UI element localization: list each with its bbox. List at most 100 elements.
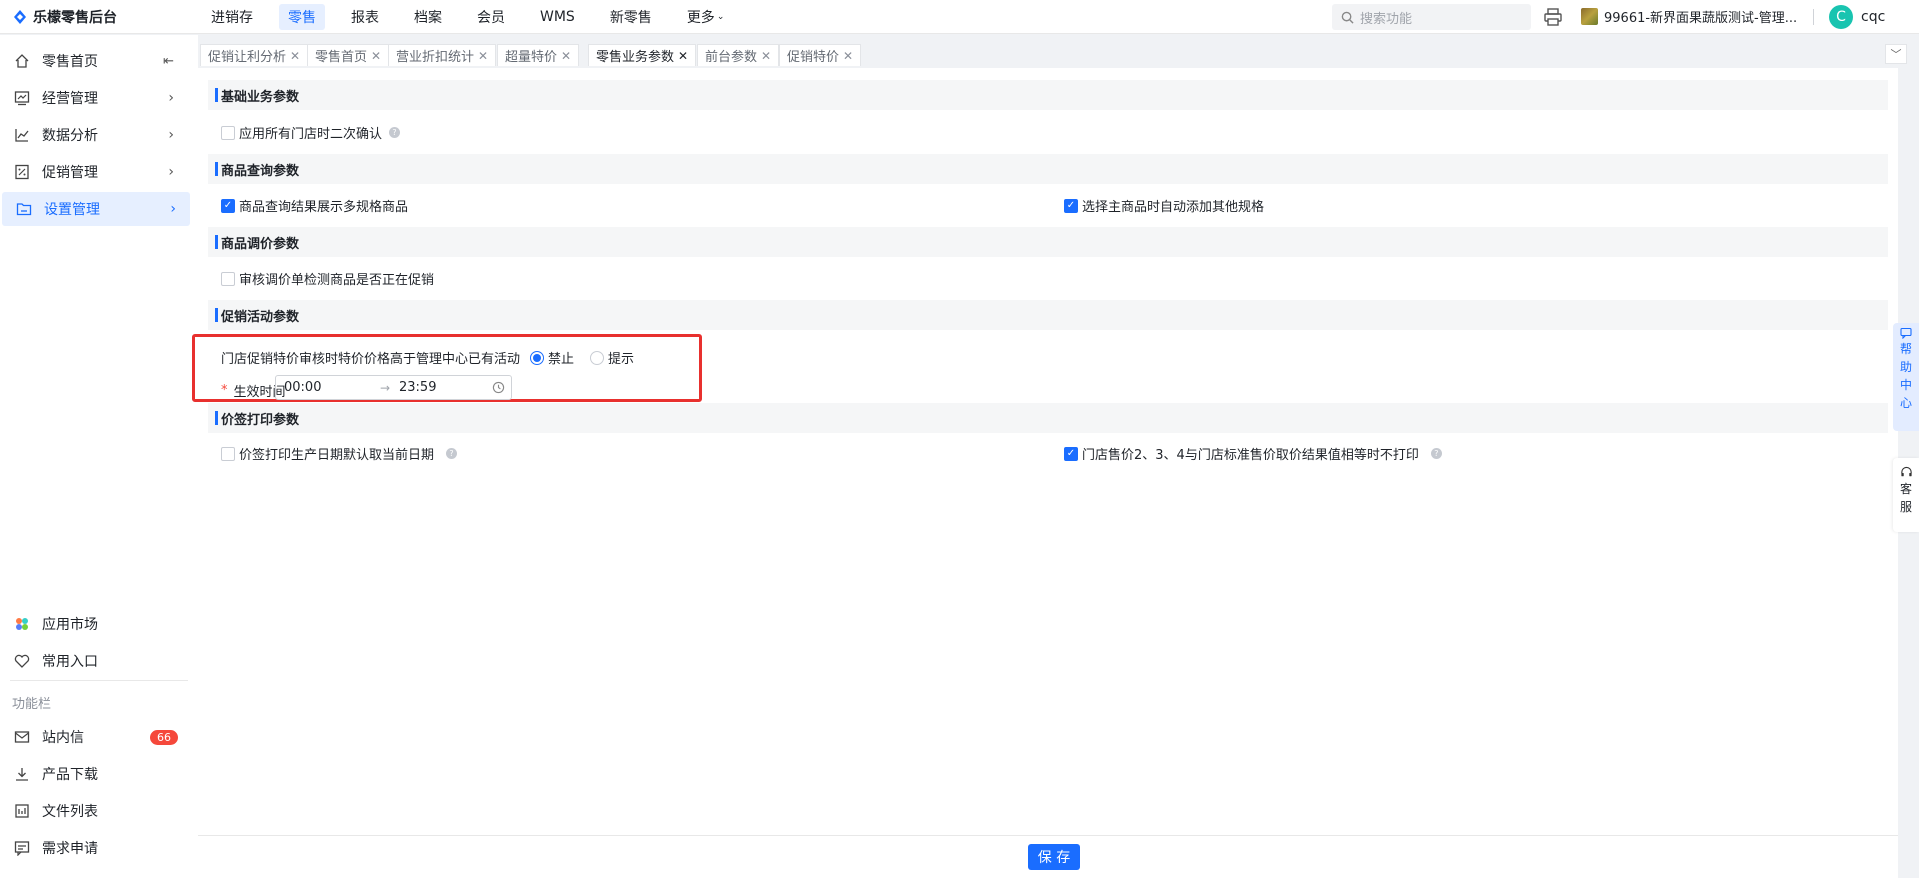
help-icon[interactable]: ? <box>389 127 401 138</box>
sidebar-item-business[interactable]: 经营管理 › <box>0 81 188 115</box>
tab-label: 零售业务参数 <box>596 50 675 65</box>
user-menu[interactable]: C cqc <box>1829 5 1885 29</box>
divider <box>10 680 188 681</box>
promo-rule-label: 门店促销特价审核时特价价格高于管理中心已有活动 <box>221 352 521 367</box>
checkbox[interactable]: ✓ <box>1064 446 1078 461</box>
checkbox[interactable]: ✓ <box>1064 198 1078 213</box>
tab-discount-stats[interactable]: 营业折扣统计 ✕ <box>388 44 497 66</box>
section-label-function-bar: 功能栏 <box>12 697 52 712</box>
topnav-item-inventory[interactable]: 进销存 <box>202 4 262 30</box>
checkbox[interactable] <box>221 446 235 461</box>
sidebar-item-requests[interactable]: 需求申请 <box>0 831 188 865</box>
printer-icon[interactable] <box>1543 7 1563 27</box>
help-center-button[interactable]: 帮 助 中 心 <box>1893 323 1919 431</box>
sidebar-item-label: 文件列表 <box>42 804 98 820</box>
customer-service-button[interactable]: 客 服 <box>1893 458 1919 532</box>
close-icon[interactable]: ✕ <box>678 49 688 63</box>
close-icon[interactable]: ✕ <box>561 49 571 63</box>
brand-name: 乐檬零售后台 <box>33 9 117 26</box>
sidebar-item-label: 站内信 <box>42 730 84 746</box>
save-button[interactable]: 保 存 <box>1028 844 1080 870</box>
help-center-char: 助 <box>1899 360 1912 374</box>
checkbox[interactable] <box>221 125 235 140</box>
tab-promo-profit-analysis[interactable]: 促销让利分析 ✕ <box>200 44 309 66</box>
promo-rule-row: 门店促销特价审核时特价价格高于管理中心已有活动 禁止 提示 <box>221 348 634 367</box>
sidebar-item-settings[interactable]: 设置管理 › <box>2 192 190 226</box>
section-title-promo: 促销活动参数 <box>208 300 1888 330</box>
option-check-promo-on-adjust[interactable]: 审核调价单检测商品是否正在促销 <box>221 269 434 288</box>
sidebar-item-messages[interactable]: 站内信 66 <box>0 720 188 754</box>
sidebar-item-label: 常用入口 <box>42 654 98 670</box>
sidebar-item-file-list[interactable]: 文件列表 <box>0 794 188 828</box>
close-icon[interactable]: ✕ <box>371 49 381 63</box>
radio-forbid[interactable] <box>530 350 545 365</box>
tab-retail-params[interactable]: 零售业务参数 ✕ <box>588 44 697 66</box>
chevron-right-icon: › <box>168 164 174 180</box>
sidebar-item-label: 促销管理 <box>42 165 98 181</box>
sidebar-item-label: 经营管理 <box>42 91 98 107</box>
clock-icon <box>492 381 505 394</box>
footer-bar: 保 存 <box>198 835 1898 878</box>
time-start-input[interactable]: 00:00 <box>284 380 321 395</box>
option-label: 应用所有门店时二次确认 <box>239 127 383 142</box>
support-char: 服 <box>1899 500 1912 514</box>
radio-forbid-label[interactable]: 禁止 <box>548 348 574 367</box>
option-confirm-all-stores[interactable]: 应用所有门店时二次确认 ? <box>221 123 401 142</box>
chevron-right-icon: › <box>168 127 174 143</box>
option-show-multispec[interactable]: ✓ 商品查询结果展示多规格商品 <box>221 196 408 215</box>
tabs-dropdown-button[interactable]: ﹀ <box>1885 44 1907 64</box>
topnav-item-members[interactable]: 会员 <box>468 4 514 30</box>
close-icon[interactable]: ✕ <box>761 49 771 63</box>
section-title-price-adjust: 商品调价参数 <box>208 227 1888 257</box>
tab-label: 超量特价 <box>505 50 558 65</box>
radio-tip[interactable] <box>590 350 605 365</box>
chevron-right-icon: › <box>170 201 176 217</box>
chevron-down-icon: ﹀ <box>1890 48 1902 61</box>
sidebar-item-retail-home[interactable]: 零售首页 ⇤ <box>0 44 188 78</box>
store-selector[interactable]: 99661-新界面果蔬版测试-管理... <box>1581 7 1797 26</box>
sidebar-item-label: 设置管理 <box>44 202 100 218</box>
sidebar-item-favorites[interactable]: 常用入口 <box>0 644 188 678</box>
option-print-current-date[interactable]: 价签打印生产日期默认取当前日期 ? <box>221 444 458 463</box>
required-mark: * <box>221 383 228 398</box>
topnav-item-more[interactable]: 更多 ⌄ <box>678 4 734 30</box>
divider <box>1813 9 1814 25</box>
tab-overquantity-special[interactable]: 超量特价 ✕ <box>497 44 580 66</box>
option-skip-equal-price[interactable]: ✓ 门店售价2、3、4与门店标准售价取价结果值相等时不打印 ? <box>1064 444 1442 463</box>
topnav-item-new-retail[interactable]: 新零售 <box>601 4 661 30</box>
close-icon[interactable]: ✕ <box>290 49 300 63</box>
option-auto-add-specs[interactable]: ✓ 选择主商品时自动添加其他规格 <box>1064 196 1264 215</box>
topnav-item-reports[interactable]: 报表 <box>342 4 388 30</box>
collapse-sidebar-icon[interactable]: ⇤ <box>163 54 174 69</box>
heart-icon <box>14 654 30 668</box>
sidebar-item-downloads[interactable]: 产品下载 <box>0 757 188 791</box>
close-icon[interactable]: ✕ <box>843 49 853 63</box>
search-placeholder: 搜索功能 <box>1360 11 1413 27</box>
close-icon[interactable]: ✕ <box>478 49 488 63</box>
user-name: cqc <box>1861 9 1886 25</box>
search-input[interactable]: 搜索功能 <box>1332 4 1531 30</box>
checkbox[interactable] <box>221 271 235 286</box>
tab-promo-special-price[interactable]: 促销特价 ✕ <box>779 44 862 66</box>
sidebar-item-data-analysis[interactable]: 数据分析 › <box>0 118 188 152</box>
sidebar-item-label: 需求申请 <box>42 841 98 857</box>
topnav-item-wms[interactable]: WMS <box>531 4 584 30</box>
chat-icon <box>1900 327 1912 339</box>
unread-count-badge: 66 <box>150 729 178 745</box>
checkbox[interactable]: ✓ <box>221 198 235 213</box>
brand[interactable]: 乐檬零售后台 <box>0 7 198 27</box>
settings-folder-icon <box>16 203 32 216</box>
help-center-char: 心 <box>1899 396 1912 410</box>
sidebar-item-app-market[interactable]: 应用市场 <box>0 607 188 641</box>
topnav-item-retail[interactable]: 零售 <box>279 3 325 30</box>
tab-frontend-params[interactable]: 前台参数 ✕ <box>697 44 780 66</box>
help-icon[interactable]: ? <box>1430 448 1442 459</box>
sidebar-item-promotion[interactable]: 促销管理 › <box>0 155 188 189</box>
effective-time-range-picker[interactable]: 00:00 → 23:59 <box>275 375 512 400</box>
help-icon[interactable]: ? <box>446 448 458 459</box>
radio-tip-label[interactable]: 提示 <box>608 348 634 367</box>
topnav-item-archives[interactable]: 档案 <box>405 4 451 30</box>
tab-retail-home[interactable]: 零售首页 ✕ <box>307 44 390 66</box>
help-center-char: 中 <box>1899 378 1912 392</box>
time-end-input[interactable]: 23:59 <box>399 380 436 395</box>
